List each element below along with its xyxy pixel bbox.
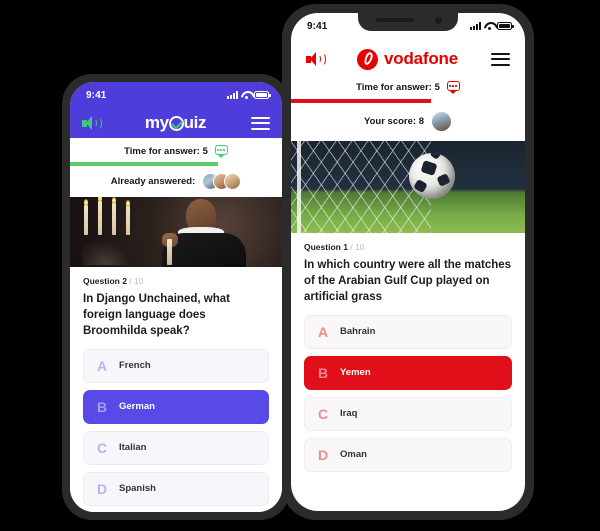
logo-text-left: my — [144, 113, 169, 132]
answer-options-myquiz: A French B German C Italian D Spanish — [70, 339, 282, 512]
hamburger-menu-icon[interactable] — [491, 52, 510, 66]
option-label: Italian — [119, 442, 147, 454]
option-letter: B — [97, 398, 108, 415]
status-bar: 9:41 — [70, 82, 282, 108]
question-text: In which country were all the matches of… — [304, 259, 512, 303]
question-counter-label: Question — [83, 276, 120, 286]
timer-row: Time for answer: 5 — [291, 79, 525, 99]
answer-option-a[interactable]: A Bahrain — [304, 314, 512, 349]
option-letter: A — [97, 357, 108, 374]
screenshot-stage: 9:41 my uiz Time for answer: 5 Already a… — [0, 0, 600, 531]
wifi-icon — [241, 91, 251, 99]
option-label: Iraq — [340, 408, 358, 420]
score-label: Your score: 8 — [363, 116, 424, 127]
wifi-icon — [484, 22, 494, 30]
answer-option-b[interactable]: B Yemen — [304, 355, 512, 390]
vodafone-quote-mark-icon — [357, 48, 379, 70]
chat-bubble-icon[interactable] — [214, 145, 228, 158]
battery-icon — [254, 91, 271, 99]
question-counter: Question 2 / 10 — [83, 276, 269, 286]
question-counter-total: / 10 — [350, 242, 365, 252]
question-counter: Question 1 / 10 — [304, 242, 512, 252]
option-letter: C — [318, 405, 329, 422]
question-counter-current: 1 — [343, 242, 348, 252]
option-label: German — [119, 401, 155, 413]
answer-option-d[interactable]: D Oman — [304, 437, 512, 472]
question-hero-image-django — [70, 197, 282, 267]
option-letter: A — [318, 323, 329, 340]
answer-option-a[interactable]: A French — [83, 348, 269, 383]
logo-text-right: uiz — [183, 113, 207, 132]
phone-device-myquiz: 9:41 my uiz Time for answer: 5 Already a… — [62, 74, 290, 520]
option-label: Spanish — [119, 483, 156, 495]
question-counter-label: Question — [304, 242, 341, 252]
option-label: Bahrain — [340, 326, 376, 338]
timer-row: Time for answer: 5 — [70, 138, 282, 162]
question-block-myquiz: Question 2 / 10 In Django Unchained, wha… — [70, 267, 282, 340]
phone-screen-vodafone: 9:41 vodafone Time for answer: 5 Your sc… — [291, 13, 525, 511]
phone-screen-myquiz: 9:41 my uiz Time for answer: 5 Already a… — [70, 82, 282, 512]
signal-bars-icon — [227, 91, 238, 99]
question-counter-total: / 10 — [129, 276, 144, 286]
status-bar-icons — [227, 91, 271, 99]
app-logo-vodafone: vodafone — [357, 48, 458, 70]
speaker-icon[interactable] — [306, 52, 326, 66]
speaker-icon[interactable] — [82, 116, 102, 130]
status-bar-time: 9:41 — [86, 89, 107, 101]
app-logo-myquiz: my uiz — [144, 113, 207, 133]
question-block-vodafone: Question 1 / 10 In which country were al… — [291, 233, 525, 306]
answered-row: Already answered: — [70, 166, 282, 197]
app-header-vodafone: vodafone — [291, 39, 525, 79]
timer-label: Time for answer: 5 — [356, 81, 440, 93]
logo-text: vodafone — [384, 49, 458, 68]
hamburger-menu-icon[interactable] — [250, 116, 270, 130]
status-bar-icons — [470, 22, 514, 30]
check-circle-icon — [168, 115, 184, 131]
option-label: Yemen — [340, 367, 371, 379]
option-letter: D — [97, 480, 108, 497]
option-label: French — [119, 360, 151, 372]
option-label: Oman — [340, 449, 367, 461]
user-avatar-icon — [431, 111, 452, 132]
question-text: In Django Unchained, what foreign langua… — [83, 293, 230, 337]
timer-label: Time for answer: 5 — [124, 145, 208, 157]
quiz-meta-myquiz: Time for answer: 5 Already answered: — [70, 138, 282, 197]
option-letter: D — [318, 446, 329, 463]
answered-label: Already answered: — [110, 176, 196, 187]
app-header-myquiz: my uiz — [70, 108, 282, 138]
quiz-meta-vodafone: Time for answer: 5 Your score: 8 — [291, 79, 525, 141]
question-counter-current: 2 — [122, 276, 127, 286]
option-letter: C — [97, 439, 108, 456]
status-bar: 9:41 — [291, 13, 525, 39]
answer-option-b[interactable]: B German — [83, 389, 269, 424]
avatar-group-icon — [202, 173, 242, 190]
phone-device-vodafone: 9:41 vodafone Time for answer: 5 Your sc… — [282, 4, 534, 520]
answer-option-d[interactable]: D Spanish — [83, 471, 269, 506]
signal-bars-icon — [470, 22, 481, 30]
battery-icon — [497, 22, 514, 30]
chat-bubble-icon[interactable] — [446, 81, 460, 94]
option-letter: B — [318, 364, 329, 381]
score-row: Your score: 8 — [291, 103, 525, 141]
status-bar-time: 9:41 — [307, 20, 328, 32]
answer-option-c[interactable]: C Iraq — [304, 396, 512, 431]
answer-options-vodafone: A Bahrain B Yemen C Iraq D Oman — [291, 305, 525, 484]
question-hero-image-soccer — [291, 141, 525, 233]
answer-option-c[interactable]: C Italian — [83, 430, 269, 465]
